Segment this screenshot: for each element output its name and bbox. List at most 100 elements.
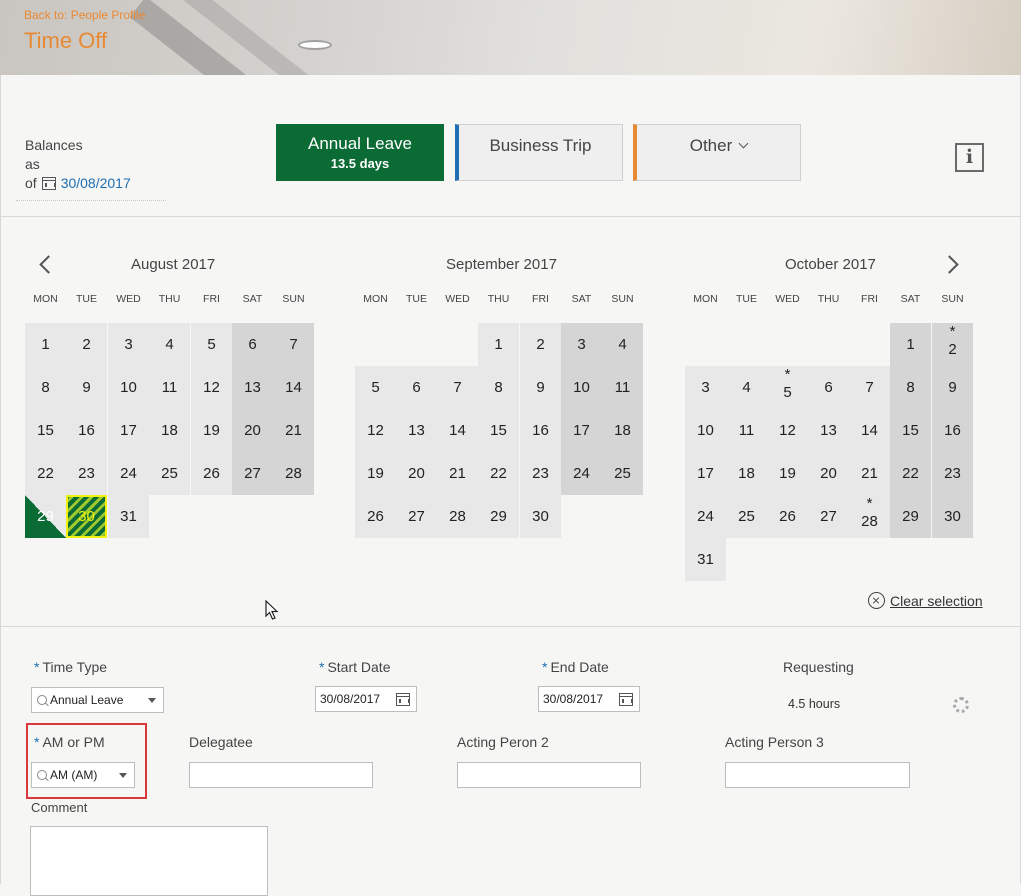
calendar-day-1-10[interactable]: 10: [108, 366, 149, 409]
calendar-day-1-5[interactable]: 5: [191, 323, 232, 366]
calendar-icon[interactable]: [396, 692, 410, 706]
calendar-day-2-18[interactable]: 18: [602, 409, 643, 452]
calendar-day-1-9[interactable]: 9: [66, 366, 107, 409]
calendar-day-2-26[interactable]: 26: [355, 495, 396, 538]
calendar-day-2-1[interactable]: 1: [478, 323, 519, 366]
calendar-day-2-8[interactable]: 8: [478, 366, 519, 409]
calendar-day-3-16[interactable]: 16: [932, 409, 973, 452]
calendar-day-3-3[interactable]: 3: [685, 366, 726, 409]
calendar-day-3-14[interactable]: 14: [849, 409, 890, 452]
calendar-day-2-22[interactable]: 22: [478, 452, 519, 495]
calendar-day-3-10[interactable]: 10: [685, 409, 726, 452]
calendar-day-2-21[interactable]: 21: [437, 452, 478, 495]
calendar-day-2-7[interactable]: 7: [437, 366, 478, 409]
calendar-day-1-22[interactable]: 22: [25, 452, 66, 495]
calendar-day-1-31[interactable]: 31: [108, 495, 149, 538]
calendar-day-1-8[interactable]: 8: [25, 366, 66, 409]
chevron-right-icon[interactable]: [940, 255, 959, 274]
calendar-day-3-15[interactable]: 15: [890, 409, 931, 452]
calendar-day-2-29[interactable]: 29: [478, 495, 519, 538]
end-date-input[interactable]: 30/08/2017: [538, 686, 640, 712]
calendar-day-1-13[interactable]: 13: [232, 366, 273, 409]
calendar-day-2-16[interactable]: 16: [520, 409, 561, 452]
calendar-day-3-6[interactable]: 6: [808, 366, 849, 409]
tab-business-trip[interactable]: Business Trip: [455, 124, 623, 181]
chevron-left-icon[interactable]: [39, 255, 58, 274]
calendar-day-1-7[interactable]: 7: [273, 323, 314, 366]
calendar-day-2-30[interactable]: 30: [520, 495, 561, 538]
calendar-day-3-30[interactable]: 30: [932, 495, 973, 538]
time-type-select[interactable]: Annual Leave: [31, 687, 164, 713]
calendar-day-3-29[interactable]: 29: [890, 495, 931, 538]
calendar-day-3-21[interactable]: 21: [849, 452, 890, 495]
calendar-day-2-4[interactable]: 4: [602, 323, 643, 366]
calendar-day-1-27[interactable]: 27: [232, 452, 273, 495]
calendar-icon[interactable]: [41, 177, 56, 190]
calendar-day-3-25[interactable]: 25: [726, 495, 767, 538]
calendar-day-1-20[interactable]: 20: [232, 409, 273, 452]
calendar-day-2-9[interactable]: 9: [520, 366, 561, 409]
acting-person-3-input[interactable]: [725, 762, 910, 788]
calendar-day-1-19[interactable]: 19: [191, 409, 232, 452]
calendar-day-1-24[interactable]: 24: [108, 452, 149, 495]
calendar-day-1-21[interactable]: 21: [273, 409, 314, 452]
calendar-day-2-11[interactable]: 11: [602, 366, 643, 409]
calendar-day-2-2[interactable]: 2: [520, 323, 561, 366]
tab-annual-leave[interactable]: Annual Leave 13.5 days: [276, 124, 444, 181]
calendar-day-3-9[interactable]: 9: [932, 366, 973, 409]
calendar-day-1-4[interactable]: 4: [149, 323, 190, 366]
calendar-day-1-29[interactable]: 29: [25, 495, 66, 538]
calendar-day-1-2[interactable]: 2: [66, 323, 107, 366]
calendar-day-3-8[interactable]: 8: [890, 366, 931, 409]
calendar-day-1-3[interactable]: 3: [108, 323, 149, 366]
calendar-day-1-28[interactable]: 28: [273, 452, 314, 495]
calendar-day-2-17[interactable]: 17: [561, 409, 602, 452]
calendar-day-2-24[interactable]: 24: [561, 452, 602, 495]
calendar-day-2-14[interactable]: 14: [437, 409, 478, 452]
calendar-day-2-3[interactable]: 3: [561, 323, 602, 366]
calendar-day-3-17[interactable]: 17: [685, 452, 726, 495]
calendar-day-1-17[interactable]: 17: [108, 409, 149, 452]
calendar-day-1-18[interactable]: 18: [149, 409, 190, 452]
calendar-day-3-1[interactable]: 1: [890, 323, 931, 366]
delegatee-input[interactable]: [189, 762, 373, 788]
start-date-input[interactable]: 30/08/2017: [315, 686, 417, 712]
calendar-day-3-28[interactable]: 28: [849, 495, 890, 538]
calendar-day-1-30[interactable]: 30: [66, 495, 107, 538]
calendar-day-2-20[interactable]: 20: [396, 452, 437, 495]
calendar-day-3-18[interactable]: 18: [726, 452, 767, 495]
am-pm-select[interactable]: AM (AM): [31, 762, 135, 788]
calendar-day-1-6[interactable]: 6: [232, 323, 273, 366]
calendar-day-2-10[interactable]: 10: [561, 366, 602, 409]
back-link[interactable]: Back to: People Profile: [24, 8, 145, 22]
calendar-day-3-19[interactable]: 19: [767, 452, 808, 495]
calendar-day-3-13[interactable]: 13: [808, 409, 849, 452]
clear-selection-button[interactable]: Clear selection: [868, 592, 983, 609]
acting-person-2-input[interactable]: [457, 762, 641, 788]
calendar-day-3-11[interactable]: 11: [726, 409, 767, 452]
calendar-day-1-23[interactable]: 23: [66, 452, 107, 495]
calendar-day-3-23[interactable]: 23: [932, 452, 973, 495]
calendar-day-3-7[interactable]: 7: [849, 366, 890, 409]
calendar-day-3-12[interactable]: 12: [767, 409, 808, 452]
calendar-day-3-24[interactable]: 24: [685, 495, 726, 538]
calendar-day-3-31[interactable]: 31: [685, 538, 726, 581]
calendar-day-3-26[interactable]: 26: [767, 495, 808, 538]
calendar-day-3-2[interactable]: 2: [932, 323, 973, 366]
balances-date-link[interactable]: 30/08/2017: [61, 174, 131, 193]
calendar-day-1-11[interactable]: 11: [149, 366, 190, 409]
calendar-day-2-13[interactable]: 13: [396, 409, 437, 452]
calendar-day-2-15[interactable]: 15: [478, 409, 519, 452]
calendar-day-1-16[interactable]: 16: [66, 409, 107, 452]
calendar-day-1-15[interactable]: 15: [25, 409, 66, 452]
calendar-day-2-5[interactable]: 5: [355, 366, 396, 409]
calendar-day-2-27[interactable]: 27: [396, 495, 437, 538]
calendar-day-2-25[interactable]: 25: [602, 452, 643, 495]
calendar-day-3-27[interactable]: 27: [808, 495, 849, 538]
calendar-day-2-12[interactable]: 12: [355, 409, 396, 452]
calendar-day-1-1[interactable]: 1: [25, 323, 66, 366]
calendar-day-1-14[interactable]: 14: [273, 366, 314, 409]
calendar-day-2-28[interactable]: 28: [437, 495, 478, 538]
calendar-day-2-6[interactable]: 6: [396, 366, 437, 409]
info-icon[interactable]: i: [955, 143, 984, 172]
